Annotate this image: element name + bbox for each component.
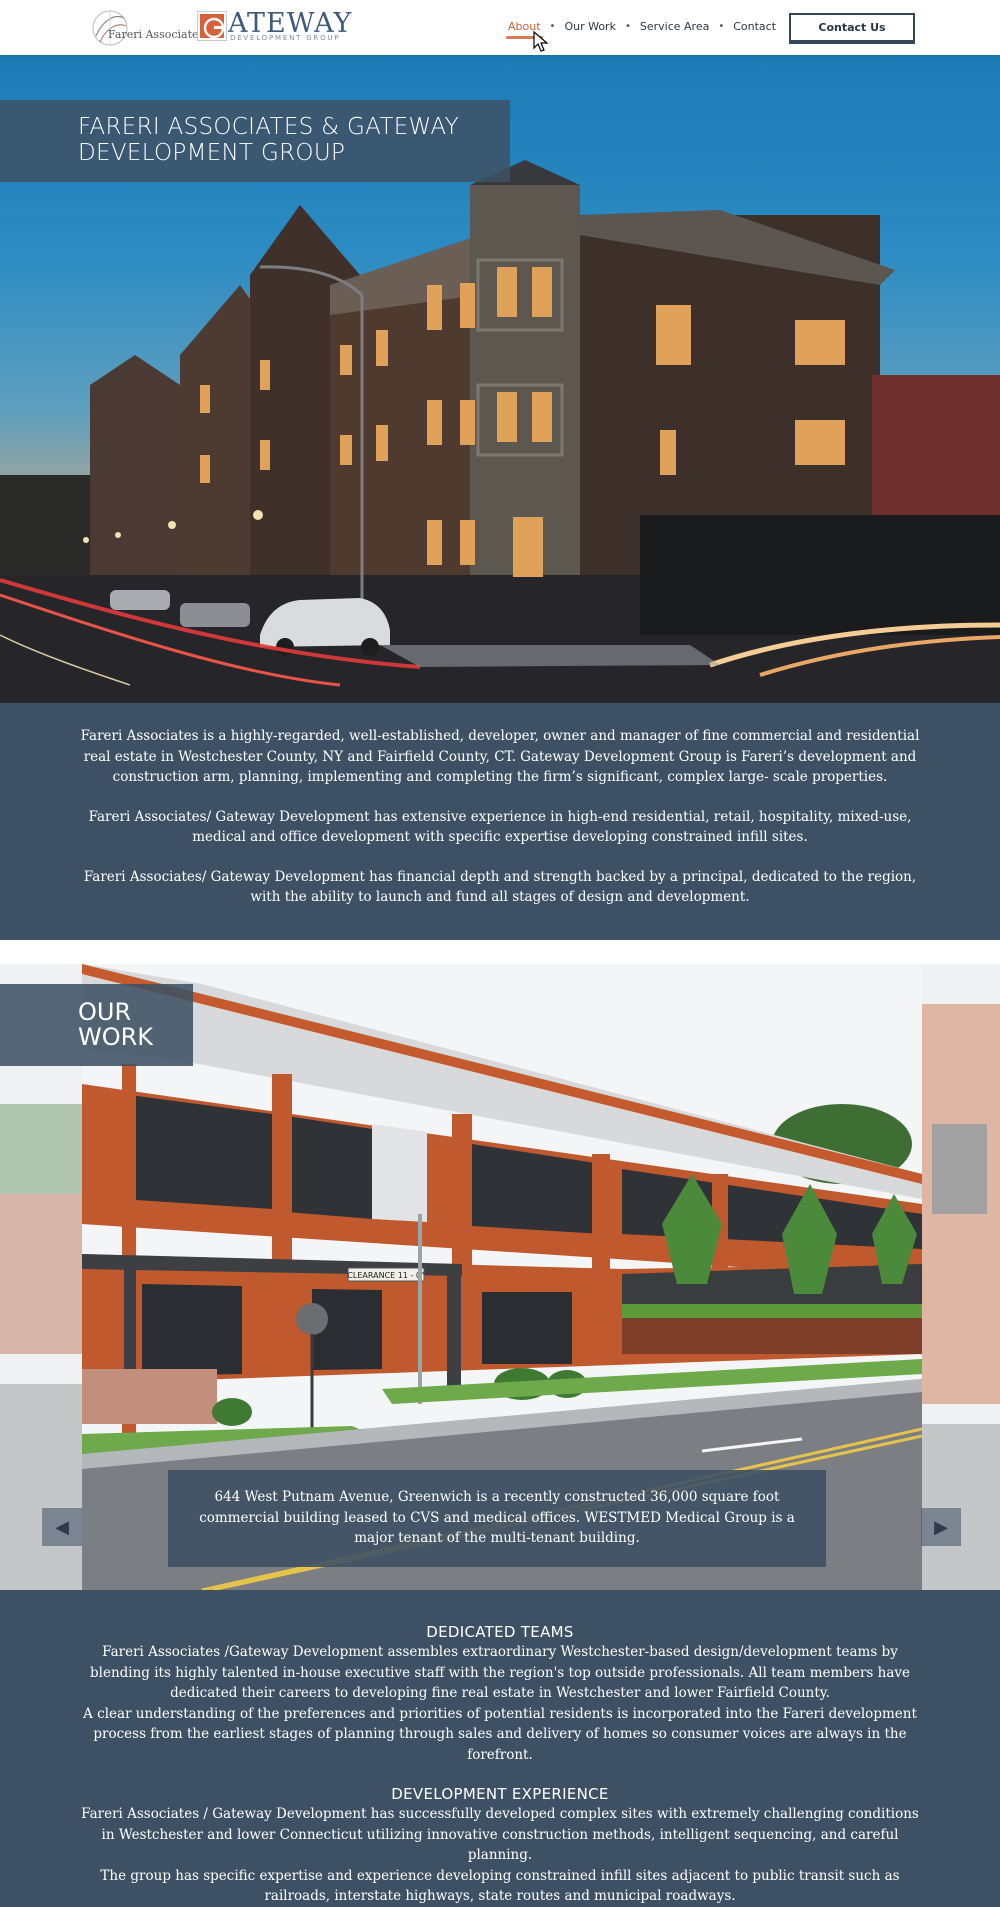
arrow-left-icon: ◀ [55,1516,69,1538]
hero-title-banner: FARERI ASSOCIATES & GATEWAY DEVELOPMENT … [0,100,510,182]
nav-separator: • [718,21,725,32]
about-paragraph-3: Fareri Associates/ Gateway Development h… [83,868,917,906]
gateway-logo[interactable]: ATEWAY DEVELOPMENT GROUP [198,8,351,46]
slide-next-preview [922,964,1000,1590]
about-paragraph-1: Fareri Associates is a highly-regarded, … [80,728,920,785]
hero-title-line2: DEVELOPMENT GROUP [78,140,346,166]
slide-caption: 644 West Putnam Avenue, Greenwich is a r… [168,1470,826,1567]
about-section: Fareri Associates is a highly-regarded, … [0,703,1000,940]
hero-section: FARERI ASSOCIATES & GATEWAY DEVELOPMENT … [0,55,1000,703]
gateway-logo-sub: DEVELOPMENT GROUP [230,34,341,42]
site-header: Fareri Associates ATEWAY DEVELOPMENT GRO… [0,0,1000,55]
gateway-g-icon [198,12,226,40]
fareri-logo-text: Fareri Associates [108,28,205,41]
nav-our-work[interactable]: Our Work [564,20,616,33]
contact-us-button[interactable]: Contact Us [789,13,915,44]
development-experience-heading: DEVELOPMENT EXPERIENCE [391,1785,609,1803]
arrow-right-icon: ▶ [934,1516,948,1538]
nav-separator: • [549,21,556,32]
development-experience-text-1: Fareri Associates / Gateway Development … [81,1806,919,1863]
development-experience-text-2: The group has specific expertise and exp… [100,1867,900,1905]
nav-separator: • [624,21,631,32]
section-gap [0,940,1000,964]
fareri-logo[interactable]: Fareri Associates [88,6,204,48]
our-work-title-line2: WORK [78,1023,154,1051]
hero-title-line1: FARERI ASSOCIATES & GATEWAY [78,114,459,140]
clearance-sign-text: CLEARANCE 11 - 0" [347,1271,424,1280]
nav-contact[interactable]: Contact [733,20,776,33]
nav-service-area[interactable]: Service Area [640,20,709,33]
mouse-cursor-icon [533,31,549,52]
dedicated-teams-text-2: A clear understanding of the preferences… [83,1705,917,1763]
dedicated-teams-text-1: Fareri Associates /Gateway Development a… [90,1644,910,1701]
our-work-title-line1: OUR [78,998,132,1026]
slider-next-button[interactable]: ▶ [921,1508,961,1546]
teams-section: DEDICATED TEAMS Fareri Associates /Gatew… [0,1590,1000,1904]
our-work-title-banner: OUR WORK [0,984,193,1066]
slider-prev-button[interactable]: ◀ [42,1508,82,1546]
dedicated-teams-heading: DEDICATED TEAMS [426,1623,574,1641]
about-paragraph-2: Fareri Associates/ Gateway Development h… [88,808,912,846]
our-work-slider: CLEARANCE 11 - 0" OUR WORK 644 West Putn… [0,940,1000,1590]
